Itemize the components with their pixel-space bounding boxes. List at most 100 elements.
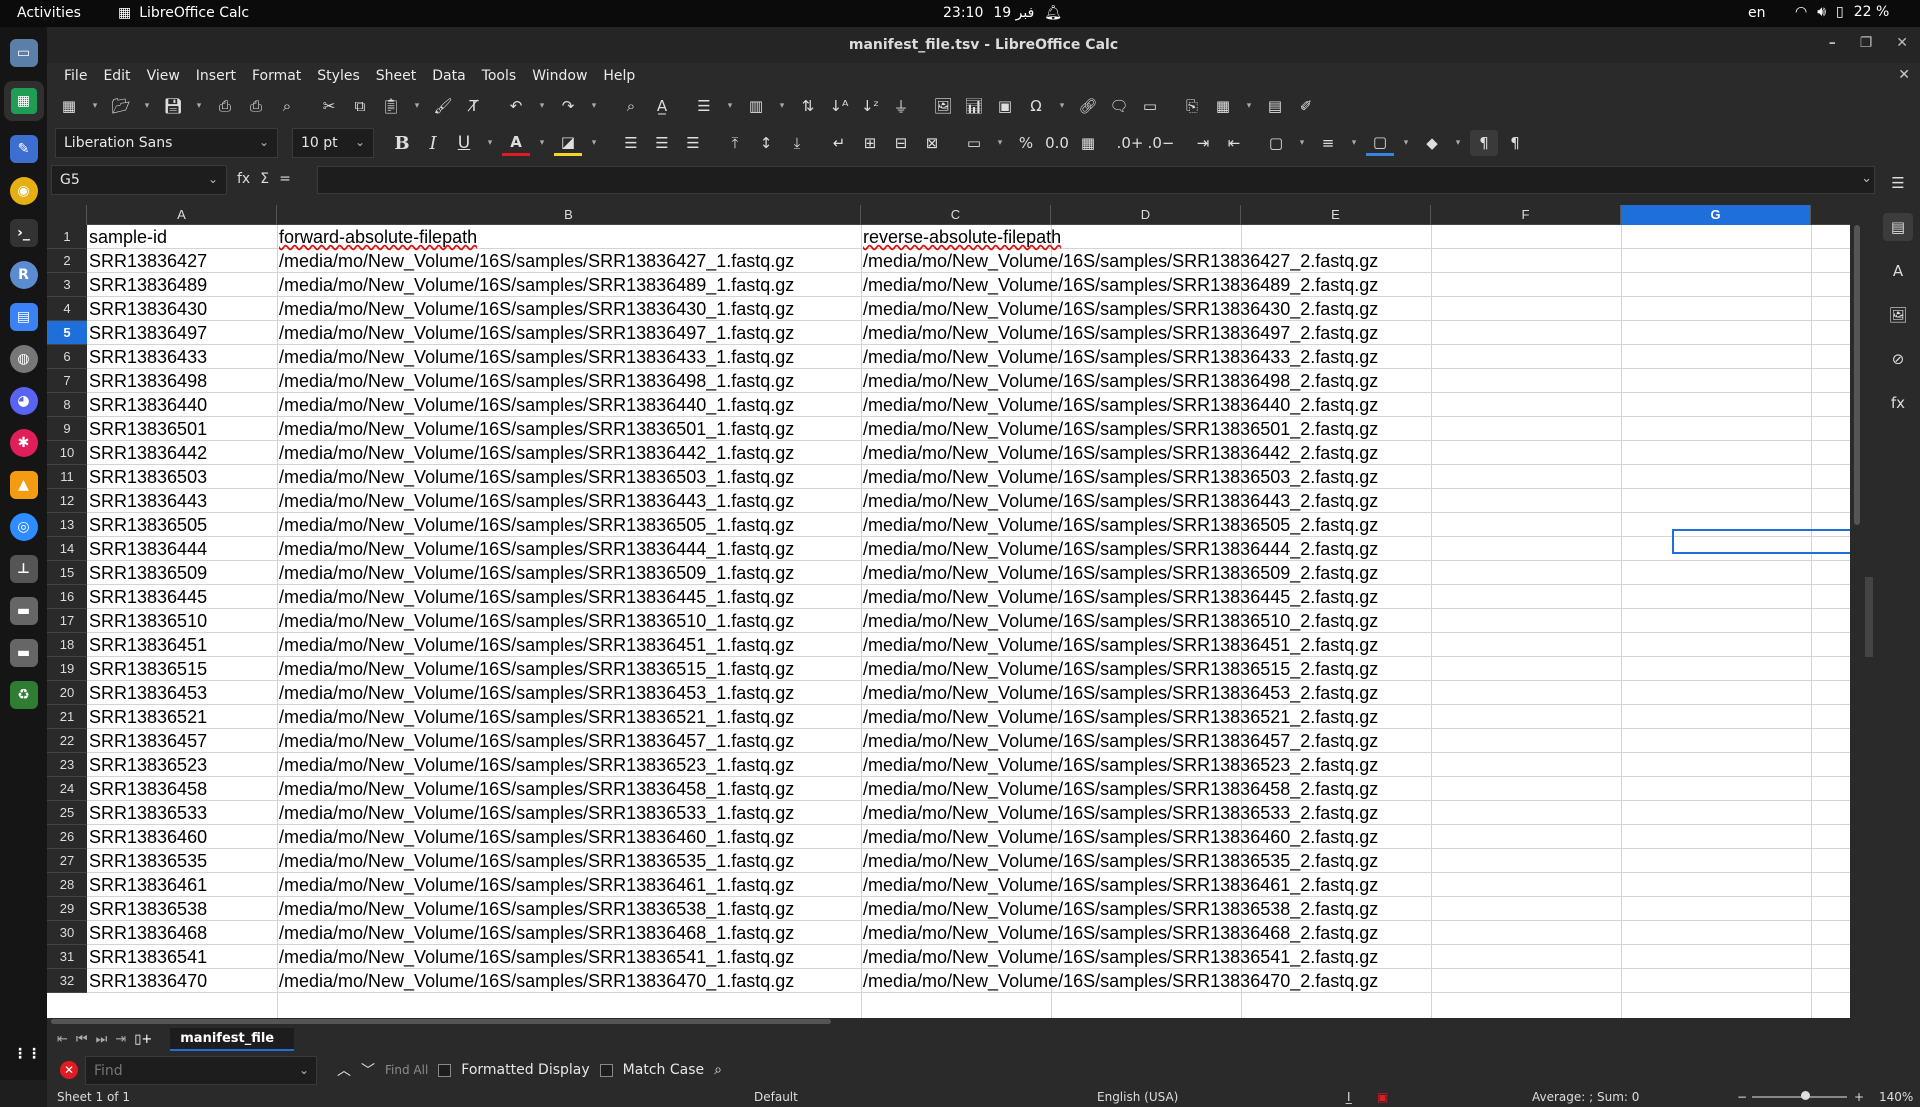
- cell-b[interactable]: /media/mo/New_Volume/16S/samples/SRR1383…: [277, 777, 861, 801]
- cell-b[interactable]: /media/mo/New_Volume/16S/samples/SRR1383…: [277, 249, 861, 273]
- row-header[interactable]: 16: [47, 585, 87, 609]
- cell-b[interactable]: /media/mo/New_Volume/16S/samples/SRR1383…: [277, 969, 861, 993]
- border-color-dropdown-icon[interactable]: ▾: [1397, 130, 1415, 156]
- empty-cell[interactable]: [1621, 825, 1850, 849]
- unmerge-cells-icon[interactable]: ⊠: [918, 130, 946, 156]
- cell-b[interactable]: /media/mo/New_Volume/16S/samples/SRR1383…: [277, 633, 861, 657]
- row-header[interactable]: 8: [47, 393, 87, 417]
- row-header[interactable]: 15: [47, 561, 87, 585]
- cell-b[interactable]: forward-absolute-filepath: [277, 225, 861, 249]
- rtl-icon[interactable]: ¶: [1501, 130, 1529, 156]
- cell-c[interactable]: /media/mo/New_Volume/16S/samples/SRR1383…: [861, 657, 1621, 681]
- cell-c[interactable]: /media/mo/New_Volume/16S/samples/SRR1383…: [861, 681, 1621, 705]
- pivot-table-icon[interactable]: ▣: [991, 93, 1019, 119]
- border-style-icon[interactable]: ≡: [1314, 130, 1342, 156]
- column-header-d[interactable]: D: [1051, 205, 1241, 225]
- row-header[interactable]: 30: [47, 921, 87, 945]
- close-find-bar-icon[interactable]: ✕: [60, 1061, 78, 1079]
- special-character-dropdown-icon[interactable]: ▾: [1053, 93, 1071, 119]
- cell-b[interactable]: /media/mo/New_Volume/16S/samples/SRR1383…: [277, 537, 861, 561]
- cell-b[interactable]: /media/mo/New_Volume/16S/samples/SRR1383…: [277, 945, 861, 969]
- row-header[interactable]: 11: [47, 465, 87, 489]
- horizontal-scrollbar[interactable]: [47, 1018, 1857, 1026]
- cell-b[interactable]: /media/mo/New_Volume/16S/samples/SRR1383…: [277, 513, 861, 537]
- border-style-dropdown-icon[interactable]: ▾: [1345, 130, 1363, 156]
- show-draw-functions-icon[interactable]: ✐: [1292, 93, 1320, 119]
- spelling-icon[interactable]: A̲: [648, 93, 676, 119]
- row-header[interactable]: 26: [47, 825, 87, 849]
- spreadsheet-grid[interactable]: A B C D E F G 1 sample-id forward-absolute…: [47, 205, 1850, 1018]
- menu-edit[interactable]: Edit: [95, 68, 138, 84]
- sidebar-menu-icon[interactable]: ☰: [1883, 169, 1913, 197]
- border-color-icon[interactable]: ▢: [1366, 130, 1394, 156]
- cell-b[interactable]: /media/mo/New_Volume/16S/samples/SRR1383…: [277, 585, 861, 609]
- column-header-e[interactable]: E: [1241, 205, 1431, 225]
- horizontal-scroll-thumb[interactable]: [51, 1019, 831, 1024]
- row-header[interactable]: 23: [47, 753, 87, 777]
- active-cell-cursor[interactable]: [1672, 529, 1850, 554]
- r-icon[interactable]: R: [9, 261, 38, 289]
- cell-a[interactable]: SRR13836445: [87, 585, 277, 609]
- open-dropdown-icon[interactable]: ▾: [138, 93, 156, 119]
- show-apps-icon[interactable]: ⋮⋮: [13, 1040, 41, 1068]
- maximize-icon[interactable]: ❐: [1860, 35, 1873, 51]
- cell-b[interactable]: /media/mo/New_Volume/16S/samples/SRR1383…: [277, 849, 861, 873]
- borders-dropdown-icon[interactable]: ▾: [1293, 130, 1311, 156]
- sum-summary[interactable]: Average: ; Sum: 0: [1532, 1090, 1639, 1104]
- zoom-in-icon[interactable]: +: [1854, 1090, 1864, 1104]
- expand-formula-icon[interactable]: ⌄: [1861, 171, 1872, 186]
- system-tray[interactable]: ◠ 🔊︎ ▯ 22 %: [1795, 4, 1889, 20]
- zoom-out-icon[interactable]: −: [1737, 1090, 1747, 1104]
- row-header[interactable]: 31: [47, 945, 87, 969]
- chevron-down-icon[interactable]: ⌄: [299, 1063, 309, 1077]
- highlight-color-icon[interactable]: ◪: [554, 130, 582, 156]
- empty-cell[interactable]: [1621, 345, 1850, 369]
- cell-a[interactable]: SRR13836533: [87, 801, 277, 825]
- menu-insert[interactable]: Insert: [188, 68, 244, 84]
- menu-sheet[interactable]: Sheet: [368, 68, 424, 84]
- cell-c[interactable]: /media/mo/New_Volume/16S/samples/SRR1383…: [861, 345, 1621, 369]
- function-wizard-icon[interactable]: fx: [237, 171, 250, 187]
- drive-icon-2[interactable]: ▬: [9, 639, 38, 667]
- cell-a[interactable]: SRR13836509: [87, 561, 277, 585]
- cell-a[interactable]: SRR13836538: [87, 897, 277, 921]
- cell-c[interactable]: /media/mo/New_Volume/16S/samples/SRR1383…: [861, 441, 1621, 465]
- cell-b[interactable]: /media/mo/New_Volume/16S/samples/SRR1383…: [277, 897, 861, 921]
- empty-cell[interactable]: [1621, 729, 1850, 753]
- cell-a[interactable]: SRR13836468: [87, 921, 277, 945]
- close-document-icon[interactable]: ✕: [1898, 67, 1910, 83]
- cell-c[interactable]: /media/mo/New_Volume/16S/samples/SRR1383…: [861, 393, 1621, 417]
- files-icon[interactable]: ▭: [9, 39, 38, 67]
- cell-a[interactable]: SRR13836497: [87, 321, 277, 345]
- empty-cell[interactable]: [1621, 489, 1850, 513]
- insert-chart-icon[interactable]: 📊︎: [960, 93, 988, 119]
- hyperlink-icon[interactable]: 🔗︎: [1074, 93, 1102, 119]
- headers-footers-icon[interactable]: ▭: [1136, 93, 1164, 119]
- clear-formatting-icon[interactable]: T̸: [460, 93, 488, 119]
- calc-dock-icon[interactable]: ▦: [3, 81, 44, 121]
- cell-a[interactable]: SRR13836433: [87, 345, 277, 369]
- italic-icon[interactable]: I: [419, 130, 447, 156]
- row-header[interactable]: 9: [47, 417, 87, 441]
- cell-c[interactable]: /media/mo/New_Volume/16S/samples/SRR1383…: [861, 249, 1621, 273]
- increase-indent-icon[interactable]: ⇥: [1189, 130, 1217, 156]
- app-menu[interactable]: ▦ LibreOffice Calc: [118, 5, 249, 21]
- row-header[interactable]: 24: [47, 777, 87, 801]
- underline-icon[interactable]: U: [450, 130, 478, 156]
- first-sheet-icon[interactable]: ⇤: [57, 1032, 68, 1047]
- row-header[interactable]: 19: [47, 657, 87, 681]
- currency-format-icon[interactable]: ▭: [960, 130, 988, 156]
- empty-cell[interactable]: [1621, 849, 1850, 873]
- cell-c[interactable]: /media/mo/New_Volume/16S/samples/SRR1383…: [861, 513, 1621, 537]
- cell-c[interactable]: /media/mo/New_Volume/16S/samples/SRR1383…: [861, 465, 1621, 489]
- empty-cell[interactable]: [1621, 801, 1850, 825]
- row-header[interactable]: 25: [47, 801, 87, 825]
- gallery-icon[interactable]: 🖼︎: [1883, 301, 1913, 329]
- date-format-icon[interactable]: ▦: [1074, 130, 1102, 156]
- empty-cell[interactable]: [1621, 297, 1850, 321]
- navigator-icon[interactable]: ⊘: [1883, 345, 1913, 373]
- cell-b[interactable]: /media/mo/New_Volume/16S/samples/SRR1383…: [277, 705, 861, 729]
- cell-c[interactable]: /media/mo/New_Volume/16S/samples/SRR1383…: [861, 729, 1621, 753]
- add-sheet-icon[interactable]: ▯+: [134, 1032, 152, 1047]
- cell-a[interactable]: SRR13836444: [87, 537, 277, 561]
